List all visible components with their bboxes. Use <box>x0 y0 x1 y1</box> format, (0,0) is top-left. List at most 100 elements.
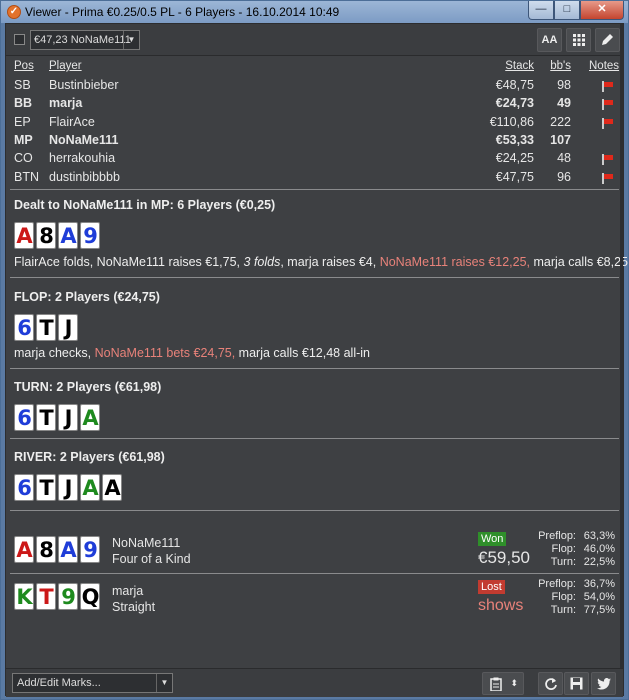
row-bb: 98 <box>557 78 571 92</box>
playing-card: T <box>36 404 56 431</box>
row-pos: CO <box>14 151 33 166</box>
close-button[interactable]: ✕ <box>580 1 624 20</box>
playing-card: K <box>14 583 34 610</box>
divider <box>10 573 619 574</box>
row-bb: 48 <box>557 151 571 166</box>
note-flag-icon[interactable] <box>602 81 614 92</box>
header-stack[interactable]: Stack <box>505 60 534 72</box>
note-flag-icon[interactable] <box>602 172 614 184</box>
lost-badge: Lost <box>478 580 505 594</box>
flop-action-text: marja checks, <box>14 346 95 360</box>
preflop-action-folds: 3 folds <box>243 255 281 269</box>
flop-hero-action: NoNaMe111 bets €24,75, <box>94 346 236 360</box>
refresh-button[interactable] <box>538 672 563 695</box>
stat-label-flop: Flop: <box>551 543 576 555</box>
header-pos[interactable]: Pos <box>14 60 34 72</box>
row-pos: SB <box>14 78 31 92</box>
row-pos: BTN <box>14 169 39 184</box>
up-down-icon[interactable]: ⬍ <box>510 673 518 694</box>
grid-button[interactable] <box>566 28 591 52</box>
clipboard-button[interactable]: ⬍ <box>482 672 524 695</box>
table-row[interactable]: SB Bustinbieber €48,75 98 <box>6 78 623 96</box>
table-row[interactable]: EP FlairAce €110,86 222 <box>6 115 623 133</box>
playing-card: A <box>80 404 100 431</box>
table-row[interactable]: MP NoNaMe111 €53,33 107 <box>6 133 623 151</box>
table-row[interactable]: BB marja €24,73 49 <box>6 96 623 114</box>
stat-value-preflop: 63,3% <box>583 530 615 542</box>
playing-card: 8 <box>36 536 56 563</box>
playing-card: A <box>58 536 78 563</box>
header-bb[interactable]: bb's <box>550 60 571 72</box>
row-stack: €110,86 <box>489 114 534 129</box>
won-badge: Won <box>478 532 507 546</box>
app-icon: ✓ <box>7 5 21 19</box>
row-player: marja <box>49 96 83 111</box>
note-flag-icon[interactable] <box>602 154 614 166</box>
save-button[interactable] <box>564 672 589 695</box>
showdown-hero-name: NoNaMe111 <box>112 536 181 550</box>
playing-card: J <box>58 404 78 431</box>
divider <box>10 277 619 278</box>
window-title: Viewer - Prima €0.25/0.5 PL - 6 Players … <box>25 5 340 19</box>
table-row[interactable]: BTN dustinbibbbb €47,75 96 <box>6 170 623 188</box>
playing-card: J <box>58 474 78 501</box>
header-player[interactable]: Player <box>49 60 82 72</box>
maximize-button[interactable]: □ <box>554 1 580 20</box>
showdown-villain-cards: KT9Q <box>14 583 100 610</box>
turn-title: TURN: 2 Players (€61,98) <box>14 380 162 394</box>
chevron-down-icon: ▼ <box>123 31 139 49</box>
select-checkbox[interactable] <box>14 34 25 45</box>
turn-cards: 6TJA <box>14 404 100 431</box>
row-pos: EP <box>14 114 31 129</box>
playing-card: J <box>58 314 78 341</box>
minimize-button[interactable]: — <box>528 1 554 20</box>
stat-value-flop: 46,0% <box>583 543 615 555</box>
player-combo[interactable]: €47,23 NoNaMe111 ▼ <box>30 30 140 50</box>
divider <box>10 189 619 190</box>
viewer-window: ✓ Viewer - Prima €0.25/0.5 PL - 6 Player… <box>0 0 629 700</box>
note-flag-icon[interactable] <box>602 117 614 129</box>
playing-card: T <box>36 314 56 341</box>
header-notes[interactable]: Notes <box>589 60 619 72</box>
stat-value-turn: 77,5% <box>583 604 615 616</box>
table-row[interactable]: CO herrakouhia €24,25 48 <box>6 151 623 169</box>
row-player: NoNaMe111 <box>49 132 119 147</box>
stat-label-turn: Turn: <box>550 604 576 616</box>
playing-card: A <box>14 222 34 249</box>
marks-combo[interactable]: Add/Edit Marks... ▼ <box>12 673 173 693</box>
row-stack: €24,73 <box>495 96 534 111</box>
playing-card: 6 <box>14 474 34 501</box>
grid-icon <box>572 34 585 46</box>
save-icon <box>570 677 583 690</box>
river-cards: 6TJAA <box>14 474 122 501</box>
scrollbar[interactable] <box>620 24 623 668</box>
row-stack: €24,25 <box>495 151 534 166</box>
clipboard-icon <box>490 677 502 692</box>
row-bb: 49 <box>557 96 571 111</box>
preflop-title: Dealt to NoNaMe111 in MP: 6 Players (€0,… <box>14 198 276 212</box>
stat-label-preflop: Preflop: <box>538 530 576 542</box>
showdown-villain-hand: Straight <box>112 600 156 614</box>
playing-card: A <box>58 222 78 249</box>
row-player: dustinbibbbb <box>49 169 120 184</box>
row-bb: 107 <box>550 132 571 147</box>
player-combo-value: €47,23 NoNaMe111 <box>34 34 131 46</box>
stat-value-flop: 54,0% <box>583 591 615 603</box>
row-player: Bustinbieber <box>49 78 119 92</box>
row-player: herrakouhia <box>49 151 116 166</box>
twitter-button[interactable] <box>591 672 616 695</box>
divider <box>10 368 619 369</box>
note-flag-icon[interactable] <box>602 99 614 111</box>
playing-card: 8 <box>36 222 56 249</box>
row-bb: 222 <box>550 114 571 129</box>
playing-card: A <box>14 536 34 563</box>
row-pos: MP <box>14 132 33 147</box>
row-player: FlairAce <box>49 114 95 129</box>
row-pos: BB <box>14 96 33 111</box>
playing-card: 6 <box>14 404 34 431</box>
row-stack: €47,75 <box>495 169 534 184</box>
stat-label-turn: Turn: <box>550 556 576 568</box>
bottom-toolbar: Add/Edit Marks... ▼ ⬍ <box>6 668 623 697</box>
edit-button[interactable] <box>595 28 620 52</box>
font-size-button[interactable]: AA <box>537 28 562 52</box>
